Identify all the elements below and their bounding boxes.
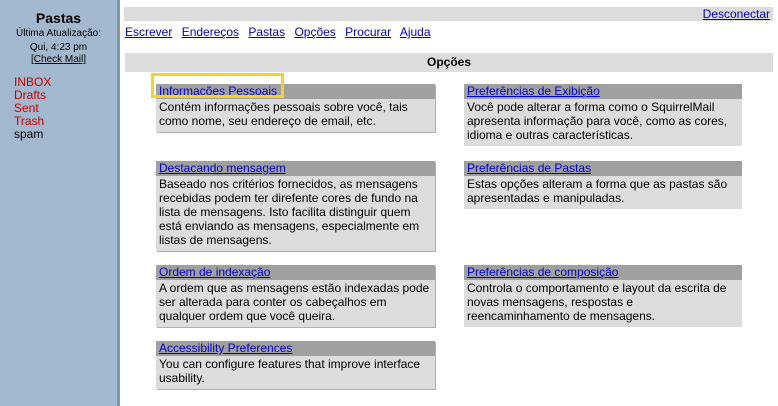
menu-search[interactable]: Procurar — [345, 25, 391, 39]
option-title-bar: Destacando mensagem — [156, 161, 435, 176]
option-description: Estas opções alteram a forma que as past… — [467, 177, 728, 205]
option-highlighting: Destacando mensagem Baseado nos critério… — [156, 161, 435, 251]
folder-spam[interactable]: spam — [14, 128, 117, 141]
option-link-folder-prefs[interactable]: Preferências de Pastas — [467, 161, 591, 175]
option-title-bar: Informações Pessoais — [156, 84, 435, 99]
option-link-accessibility[interactable]: Accessibility Preferences — [159, 341, 292, 355]
option-link-highlighting[interactable]: Destacando mensagem — [159, 161, 286, 175]
last-updated-label: Última Atualização: — [15, 28, 102, 39]
signout-link[interactable]: Desconectar — [703, 7, 770, 21]
option-display-prefs: Preferências de Exibição Você pode alter… — [464, 84, 742, 146]
option-compose-prefs: Preferências de composição Controla o co… — [464, 265, 742, 327]
option-link-index-order[interactable]: Ordem de indexação — [159, 265, 270, 279]
option-title-bar: Accessibility Preferences — [156, 341, 435, 356]
check-mail-link[interactable]: [Check Mail] — [0, 54, 117, 66]
option-description: Você pode alterar a forma como o Squirre… — [467, 100, 728, 142]
menu-bar: Escrever Endereços Pastas Opções Procura… — [124, 24, 773, 40]
options-area: Informações Pessoais Contém informações … — [125, 72, 773, 402]
option-link-compose-prefs[interactable]: Preferências de composição — [467, 265, 618, 279]
option-description: Contém informações pessoais sobre você, … — [159, 100, 408, 128]
option-link-personal-info[interactable]: Informações Pessoais — [159, 84, 277, 98]
menu-help[interactable]: Ajuda — [400, 25, 431, 39]
folder-list: INBOX Drafts Sent Trash spam — [0, 76, 117, 141]
option-title-bar: Preferências de composição — [464, 265, 742, 280]
menu-addresses[interactable]: Endereços — [182, 25, 239, 39]
option-accessibility: Accessibility Preferences You can config… — [156, 341, 435, 389]
menu-options[interactable]: Opções — [294, 25, 335, 39]
option-title-bar: Ordem de indexação — [156, 265, 435, 280]
last-updated-time: Qui, 4:23 pm — [29, 42, 88, 53]
menu-compose[interactable]: Escrever — [125, 25, 172, 39]
option-personal-info: Informações Pessoais Contém informações … — [156, 84, 435, 132]
option-description: A ordem que as mensagens estão indexadas… — [159, 281, 430, 323]
main-frame: Desconectar Escrever Endereços Pastas Op… — [120, 0, 778, 406]
option-folder-prefs: Preferências de Pastas Estas opções alte… — [464, 161, 742, 209]
option-title-bar: Preferências de Pastas — [464, 161, 742, 176]
option-index-order: Ordem de indexação A ordem que as mensag… — [156, 265, 435, 327]
option-description: You can configure features that improve … — [159, 357, 421, 385]
sidebar-title: Pastas — [35, 10, 82, 26]
folder-sidebar: Pastas Última Atualização: Qui, 4:23 pm … — [0, 0, 117, 406]
menu-folders[interactable]: Pastas — [248, 25, 285, 39]
option-description: Controla o comportamento e layout da esc… — [467, 281, 727, 323]
options-header: Opções — [125, 53, 773, 72]
top-bar: Desconectar — [124, 7, 773, 21]
option-link-display-prefs[interactable]: Preferências de Exibição — [467, 84, 600, 98]
option-description: Baseado nos critérios fornecidos, as men… — [159, 177, 420, 247]
option-title-bar: Preferências de Exibição — [464, 84, 742, 99]
